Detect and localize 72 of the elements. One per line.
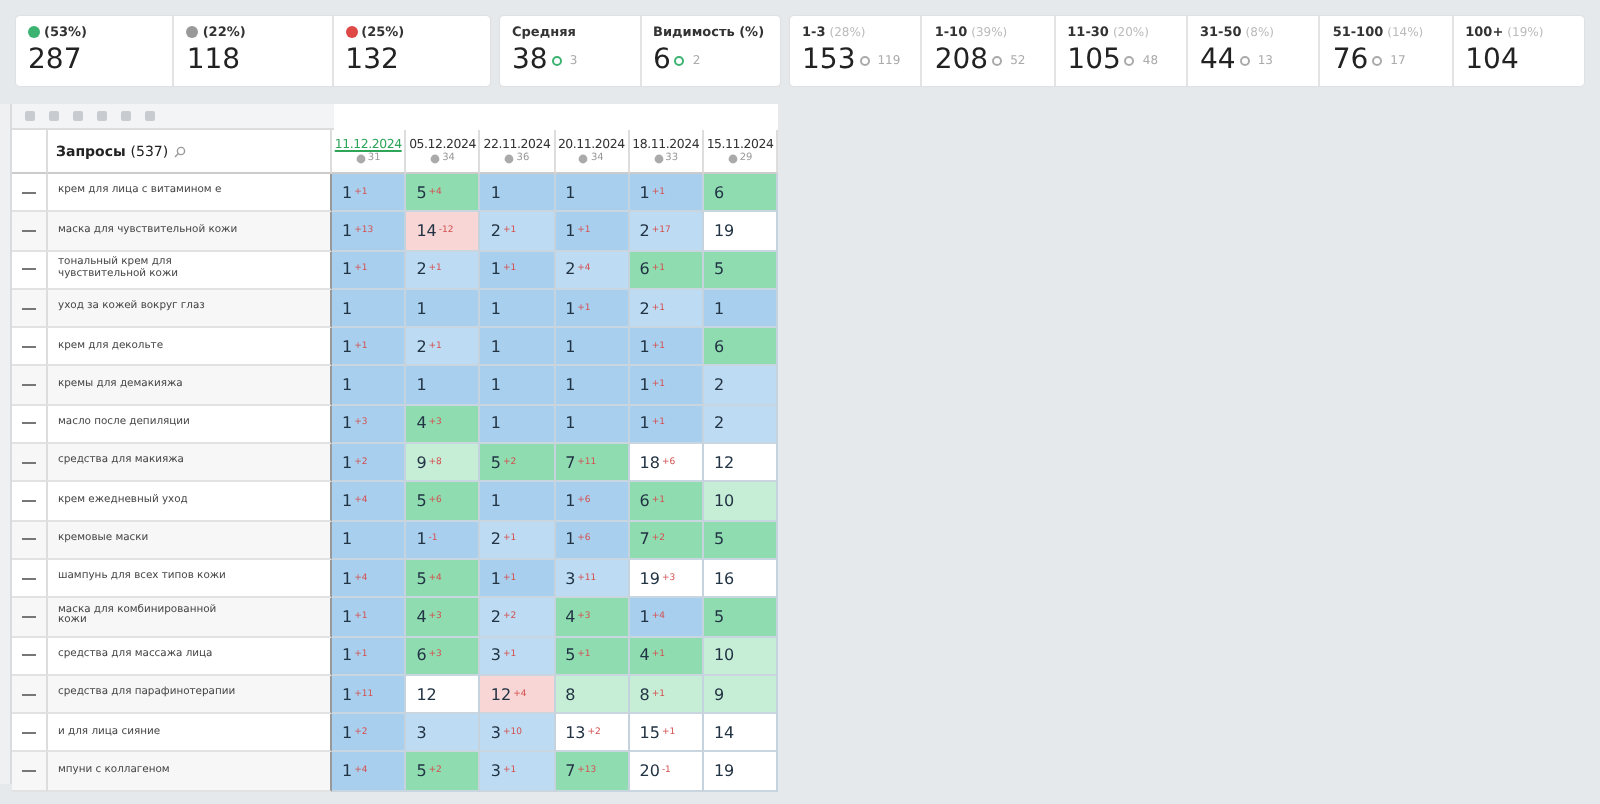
position-cell: 1 [480,289,556,329]
status-dot-icon [186,26,199,38]
row-dash-icon[interactable] [22,268,36,271]
change-icon [1372,55,1383,65]
change-icon [1124,55,1135,65]
card-value: 105 [1067,44,1121,76]
row-dash-icon[interactable] [22,654,36,657]
row-dash-icon[interactable] [22,770,36,773]
row-dash-icon[interactable] [22,500,36,503]
position-cell: 3 [406,714,481,753]
card-value: 104 [1465,44,1519,76]
card-value: 6 [653,44,671,76]
position-cell: 10 [703,637,779,676]
row-dash-icon[interactable] [22,577,36,580]
position-cell: 19 [703,212,779,252]
row-dash-icon[interactable] [22,461,36,464]
position-cell: 5 [703,598,779,638]
position-cell: 1 [332,289,407,329]
card-value: 153 [802,44,856,76]
position-cell: 10 [703,482,779,522]
status-dot-icon [28,26,40,38]
position-cell: 5 [703,251,779,290]
position-cell: 1 [555,328,630,367]
card-value: 76 [1332,44,1369,76]
change-icon [551,55,562,65]
position-cell: 2 [703,405,779,445]
position-cell: 1 [480,174,556,213]
card-value: 118 [186,44,241,76]
card-value: 208 [934,44,989,76]
card-value: 287 [28,44,82,76]
card-value: 38 [512,44,548,76]
position-cell: 19 [703,752,779,792]
position-cell: 12 [703,444,779,483]
card-value: 44 [1199,44,1236,76]
position-cell: 1 [555,405,630,445]
position-cell: 1 [480,328,556,367]
position-cell: 9 [703,675,779,715]
row-dash-icon[interactable] [22,731,36,734]
position-cell: 12 [406,675,481,715]
position-cell: 1 [480,405,556,445]
row-dash-icon[interactable] [22,191,36,194]
position-cell: 1 [555,174,630,213]
change-icon [859,55,870,65]
position-cell: 5 [703,521,779,560]
position-cell: 14 [703,714,779,753]
position-cell: 16 [703,559,779,599]
row-dash-icon[interactable] [22,307,36,310]
row-dash-icon[interactable] [22,422,36,425]
row-dash-icon[interactable] [22,345,36,348]
row-dash-icon[interactable] [22,693,36,695]
position-cell: 2 [703,366,779,406]
row-dash-icon[interactable] [22,229,36,232]
search-icon[interactable] [174,145,187,157]
position-cell: 1 [480,366,556,406]
change-icon [674,55,685,65]
status-dot-icon [345,26,358,38]
position-cell: 1 [406,289,481,329]
row-dash-icon[interactable] [22,538,36,541]
row-dash-icon[interactable] [22,384,36,387]
card-value: 132 [345,44,399,76]
position-cell: 6 [703,174,779,213]
position-cell: 1 [332,521,407,560]
row-dash-icon[interactable] [22,615,36,618]
position-cell: 6 [703,328,779,367]
position-cell: 1 [480,482,556,522]
change-icon [992,55,1003,65]
position-cell: 1 [555,366,630,406]
change-icon [1239,55,1250,65]
position-cell: 1 [406,366,481,406]
position-cell: 8 [555,675,630,715]
position-cell: 1 [703,289,779,329]
position-cell: 1 [332,366,407,406]
